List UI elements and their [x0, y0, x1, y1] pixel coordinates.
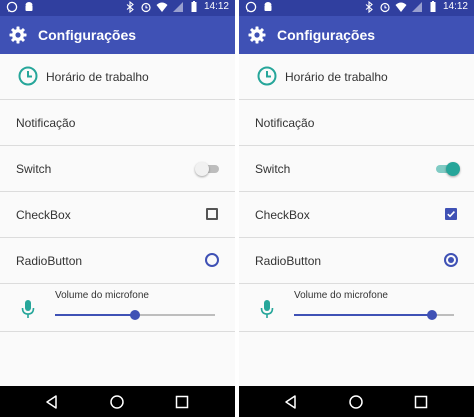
- signal-icon: [411, 2, 422, 12]
- switch-thumb: [195, 162, 209, 176]
- volume-slider-thumb[interactable]: [426, 310, 437, 320]
- volume-slider-thumb[interactable]: [130, 310, 140, 320]
- clock-icon: [18, 66, 38, 86]
- volume-slider[interactable]: [55, 310, 215, 320]
- status-bar: 14:12: [0, 0, 235, 16]
- settings-list: Horário de trabalho Notificação Switch C…: [0, 54, 235, 332]
- page-title: Configurações: [277, 27, 376, 43]
- switch-row[interactable]: Switch: [0, 146, 235, 192]
- volume-slider-fill: [55, 314, 135, 316]
- alarm-icon: [380, 2, 390, 13]
- radio-row[interactable]: RadioButton: [239, 238, 474, 284]
- work-hours-label: Horário de trabalho: [46, 70, 149, 84]
- radio-dot: [448, 257, 454, 263]
- home-icon[interactable]: [348, 394, 364, 410]
- checkbox-row[interactable]: CheckBox: [0, 192, 235, 238]
- volume-label: Volume do microfone: [55, 290, 149, 301]
- checkbox-row[interactable]: CheckBox: [239, 192, 474, 238]
- switch-row[interactable]: Switch: [239, 146, 474, 192]
- volume-slider-fill: [294, 314, 432, 316]
- wifi-icon: [395, 2, 407, 12]
- notification-row[interactable]: Notificação: [0, 100, 235, 146]
- signal-icon: [172, 2, 183, 12]
- checkbox-label: CheckBox: [16, 208, 71, 222]
- app-bar: Configurações: [239, 16, 474, 54]
- alarm-icon: [141, 2, 151, 13]
- whatsapp-icon: [245, 1, 257, 13]
- gear-icon[interactable]: [8, 25, 28, 45]
- microphone-icon: [21, 300, 35, 318]
- home-icon[interactable]: [109, 394, 125, 410]
- whatsapp-icon: [6, 1, 18, 13]
- work-hours-row[interactable]: Horário de trabalho: [239, 54, 474, 100]
- status-bar: 14:12: [239, 0, 474, 16]
- checkbox-label: CheckBox: [255, 208, 310, 222]
- radio-label: RadioButton: [255, 254, 322, 268]
- notification-label: Notificação: [255, 116, 315, 130]
- recents-icon[interactable]: [413, 394, 429, 410]
- android-icon: [264, 2, 272, 11]
- wifi-icon: [156, 2, 168, 12]
- android-icon: [25, 2, 33, 11]
- notification-label: Notificação: [16, 116, 76, 130]
- checkbox-control[interactable]: [445, 208, 457, 220]
- bluetooth-icon: [365, 1, 373, 13]
- status-time: 14:12: [203, 1, 229, 12]
- switch-toggle[interactable]: [434, 162, 460, 176]
- page-title: Configurações: [38, 27, 137, 43]
- nav-bar: [239, 386, 474, 417]
- work-hours-label: Horário de trabalho: [285, 70, 388, 84]
- back-icon[interactable]: [283, 394, 299, 410]
- volume-label: Volume do microfone: [294, 290, 388, 301]
- switch-label: Switch: [16, 162, 52, 176]
- radio-button[interactable]: [444, 253, 458, 267]
- radio-button[interactable]: [205, 253, 219, 267]
- battery-icon: [430, 1, 436, 12]
- battery-icon: [191, 1, 197, 12]
- switch-toggle[interactable]: [195, 162, 221, 176]
- radio-label: RadioButton: [16, 254, 83, 268]
- bluetooth-icon: [126, 1, 134, 13]
- switch-label: Switch: [255, 162, 291, 176]
- status-time: 14:12: [442, 1, 468, 12]
- screen-unchecked: 14:12 Configurações Horário de trabalho …: [0, 0, 235, 417]
- microphone-icon: [260, 300, 274, 318]
- back-icon[interactable]: [44, 394, 60, 410]
- recents-icon[interactable]: [174, 394, 190, 410]
- volume-row: Volume do microfone: [239, 284, 474, 332]
- notification-row[interactable]: Notificação: [239, 100, 474, 146]
- volume-slider[interactable]: [294, 310, 454, 320]
- checkbox-control[interactable]: [206, 208, 218, 220]
- radio-row[interactable]: RadioButton: [0, 238, 235, 284]
- screen-checked: 14:12 Configurações Horário de trabalho …: [239, 0, 474, 417]
- app-bar: Configurações: [0, 16, 235, 54]
- gear-icon[interactable]: [247, 25, 267, 45]
- nav-bar: [0, 386, 235, 417]
- volume-row: Volume do microfone: [0, 284, 235, 332]
- check-icon: [447, 211, 455, 218]
- switch-thumb: [446, 162, 460, 176]
- clock-icon: [257, 66, 277, 86]
- work-hours-row[interactable]: Horário de trabalho: [0, 54, 235, 100]
- settings-list: Horário de trabalho Notificação Switch C…: [239, 54, 474, 332]
